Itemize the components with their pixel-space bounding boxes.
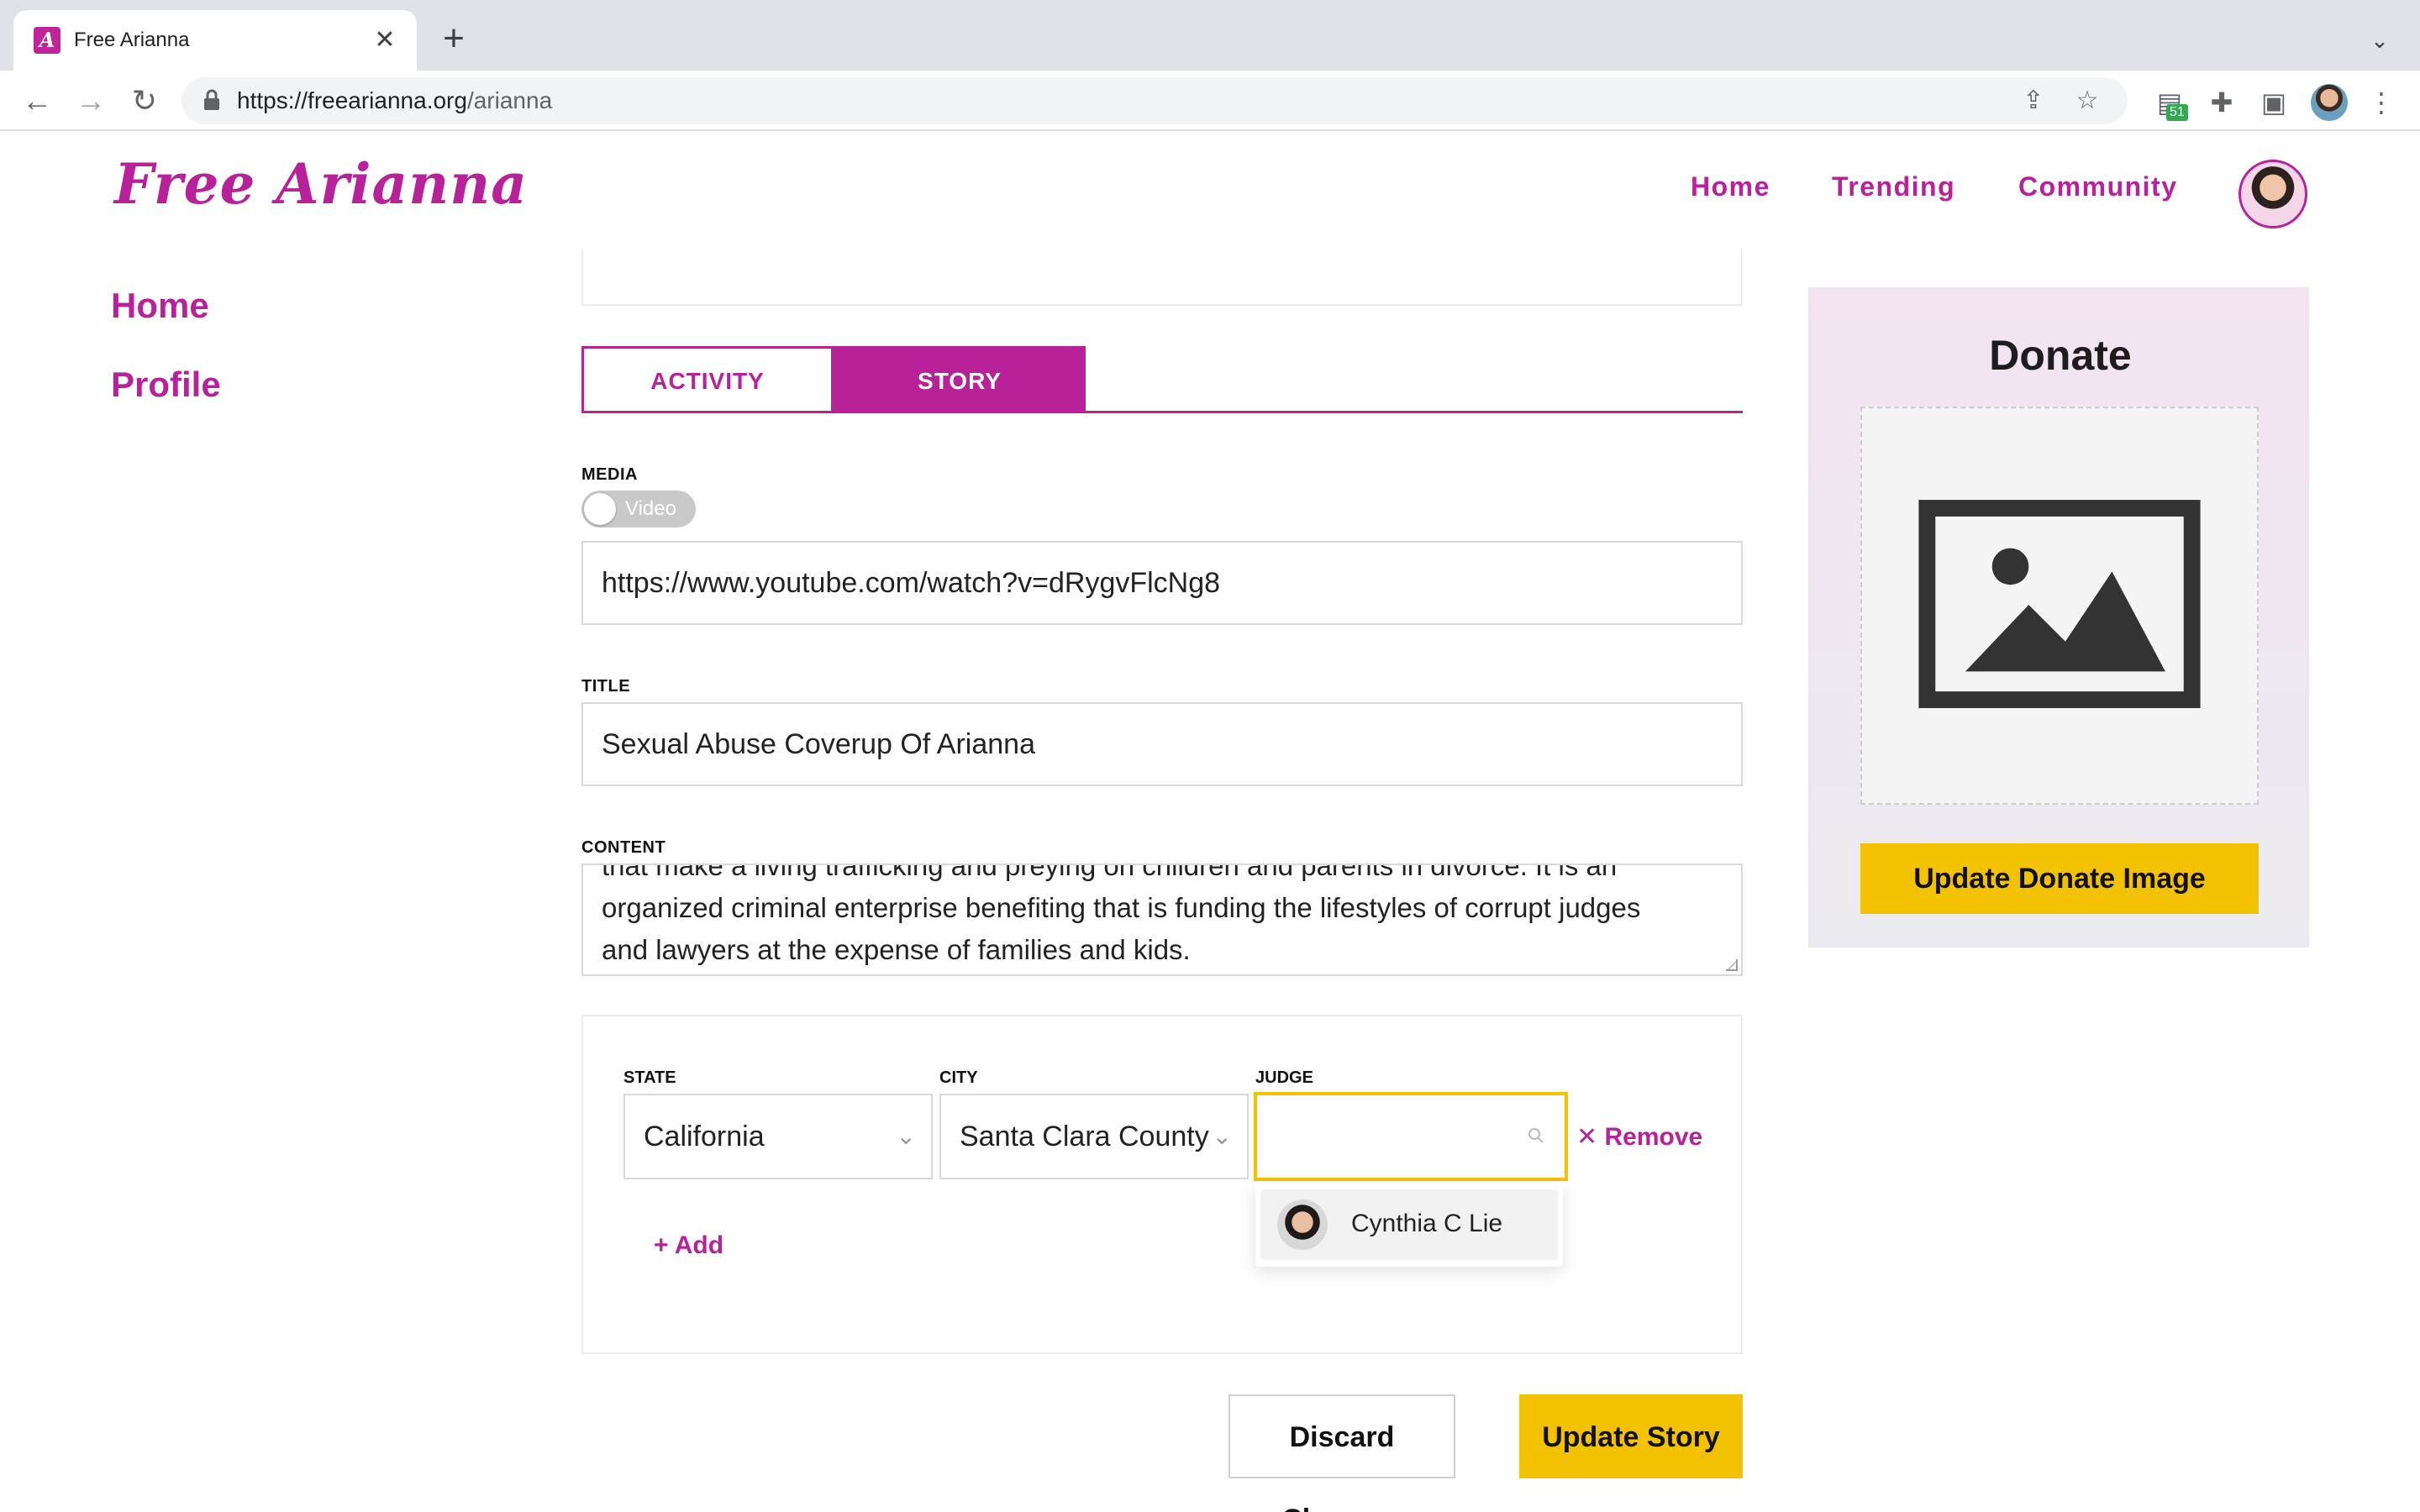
image-placeholder-icon	[1918, 500, 2201, 708]
donate-title: Donate	[1989, 332, 2132, 379]
chevron-down-icon: ⌄	[896, 1123, 916, 1149]
judge-suggestions: Cynthia C Lie	[1255, 1183, 1563, 1267]
judge-label: JUDGE	[1255, 1068, 1313, 1087]
location-card	[581, 1015, 1743, 1354]
add-location-button[interactable]: + Add	[654, 1231, 723, 1260]
sidepanel-icon[interactable]: ▣	[2255, 84, 2292, 121]
content-label: CONTENT	[581, 838, 666, 857]
chevron-down-icon: ⌄	[1212, 1123, 1232, 1149]
resize-handle-icon[interactable]	[1726, 959, 1738, 971]
site-logo[interactable]: Free Arianna	[114, 151, 528, 217]
state-select[interactable]: California ⌄	[623, 1094, 933, 1179]
chevron-down-icon[interactable]: ⌄	[2363, 24, 2396, 57]
close-icon[interactable]: ✕	[368, 24, 402, 57]
url-path: /arianna	[466, 87, 553, 113]
toggle-text: Video	[625, 497, 676, 520]
donate-panel: Donate Update Donate Image	[1808, 287, 2309, 948]
url-domain: https://freearianna.org	[237, 87, 467, 113]
new-tab-icon[interactable]: +	[434, 20, 474, 60]
browser-tab[interactable]: A Free Arianna ✕	[13, 10, 417, 71]
extension-badge: 51	[2166, 104, 2188, 121]
browser-tabstrip: A Free Arianna ✕ + ⌄	[0, 0, 2420, 71]
title-input[interactable]: Sexual Abuse Coverup Of Arianna	[581, 702, 1743, 786]
discard-changes-button[interactable]: Discard Changes	[1228, 1394, 1455, 1512]
remove-judge-button[interactable]: ✕ Remove	[1576, 1122, 1702, 1152]
list-item[interactable]: Cynthia C Lie	[1260, 1189, 1558, 1260]
puzzle-icon[interactable]: ✚	[2203, 84, 2240, 121]
address-bar[interactable]: https://freearianna.org/arianna ⇪ ☆	[182, 77, 2128, 124]
nav-community[interactable]: Community	[2018, 171, 2178, 202]
close-icon: ✕	[1576, 1123, 1605, 1151]
city-label: CITY	[939, 1068, 978, 1087]
tab-bar: ACTIVITY STORY	[581, 346, 1743, 413]
nav-home[interactable]: Home	[1691, 171, 1770, 202]
avatar[interactable]	[2238, 160, 2307, 228]
star-icon[interactable]: ☆	[2070, 84, 2104, 118]
avatar	[1277, 1200, 1328, 1250]
browser-profile-avatar[interactable]	[2311, 84, 2348, 121]
back-icon[interactable]: ←	[17, 81, 57, 121]
url-text: https://freearianna.org/arianna	[237, 87, 552, 114]
title-label: TITLE	[581, 677, 631, 696]
sidebar-item-home[interactable]: Home	[111, 286, 209, 326]
content-textarea[interactable]: that make a living trafficking and preyi…	[581, 864, 1743, 976]
city-value: Santa Clara County	[960, 1121, 1209, 1152]
update-story-button[interactable]: Update Story	[1519, 1394, 1743, 1478]
content-line: and lawyers at the expense of families a…	[602, 934, 1191, 965]
lock-icon	[204, 89, 219, 110]
browser-toolbar: ← → ↻ https://freearianna.org/arianna ⇪ …	[0, 71, 2420, 131]
state-value: California	[644, 1121, 765, 1152]
sidebar-item-profile[interactable]: Profile	[111, 365, 221, 405]
tab-activity[interactable]: ACTIVITY	[581, 346, 834, 413]
content-line: that make a living trafficking and preyi…	[602, 864, 1618, 881]
add-label: Add	[674, 1231, 724, 1259]
remove-label: Remove	[1604, 1123, 1703, 1151]
plus-icon: +	[654, 1231, 675, 1259]
update-donate-image-button[interactable]: Update Donate Image	[1860, 843, 2259, 914]
toggle-knob	[584, 493, 616, 525]
search-icon	[1528, 1128, 1544, 1143]
content-line: organized criminal enterprise benefiting…	[602, 892, 1641, 923]
nav-trending[interactable]: Trending	[1832, 171, 1955, 202]
kebab-menu-icon[interactable]: ⋮	[2363, 84, 2400, 121]
tab-title: Free Arianna	[74, 29, 190, 51]
state-label: STATE	[623, 1068, 676, 1087]
judge-search-input[interactable]	[1254, 1092, 1568, 1181]
tab-story[interactable]: STORY	[834, 346, 1086, 413]
city-select[interactable]: Santa Clara County ⌄	[939, 1094, 1249, 1179]
site-favicon-icon: A	[34, 27, 60, 54]
media-video-toggle[interactable]: Video	[581, 491, 696, 528]
media-label: MEDIA	[581, 465, 638, 484]
reload-icon[interactable]: ↻	[124, 81, 165, 121]
judge-name: Cynthia C Lie	[1351, 1210, 1503, 1237]
profile-card-bottom	[581, 249, 1743, 306]
forward-icon[interactable]: →	[71, 81, 111, 121]
donate-image-placeholder	[1860, 407, 2259, 805]
content-text: that make a living trafficking and preyi…	[602, 864, 1723, 971]
share-icon[interactable]: ⇪	[2017, 84, 2050, 118]
media-url-input[interactable]: https://www.youtube.com/watch?v=dRygvFlc…	[581, 541, 1743, 625]
